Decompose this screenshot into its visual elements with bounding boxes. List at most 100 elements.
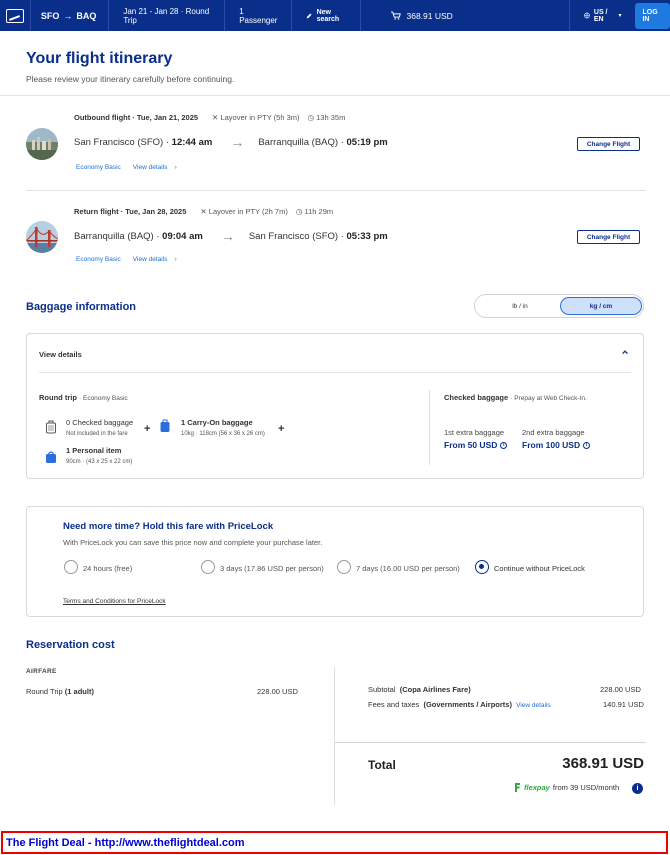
extra1-value: From 50 USD i — [444, 440, 508, 450]
pricelock-option-3d-label: 3 days (17.86 USD per person) — [220, 564, 324, 573]
return-fare-link[interactable]: Economy Basic — [76, 256, 121, 263]
destination-image-san-francisco — [26, 128, 58, 160]
arrow-right-icon: → — [220, 228, 235, 244]
round-trip-label: Round trip · Economy Basic — [39, 393, 128, 402]
new-search-label: New search — [316, 8, 340, 23]
footer-banner[interactable]: The Flight Deal - http://www.theflightde… — [1, 831, 668, 854]
origin-code: SFO — [40, 10, 60, 21]
info-icon[interactable]: i — [632, 783, 643, 794]
clock-icon: ◷ — [307, 113, 315, 122]
return-depart-time: 09:04 am — [162, 230, 203, 242]
baggage-card: View details Round trip · Economy Basic … — [26, 333, 644, 479]
pencil-icon — [307, 13, 312, 18]
pricelock-title: Need more time? Hold this fare with Pric… — [63, 521, 274, 532]
outbound-flight: Outbound flight · Tue, Jan 21, 2025 ✕ La… — [26, 108, 646, 188]
pricelock-option-7d-label: 7 days (16.00 USD per person) — [356, 564, 460, 573]
outbound-label: Outbound flight · Tue, Jan 21, 2025 — [74, 113, 199, 122]
outbound-fare-link[interactable]: Economy Basic — [76, 164, 121, 171]
divider — [0, 95, 670, 96]
plus-icon: + — [278, 423, 285, 435]
clock-icon: ◷ — [295, 207, 303, 216]
checked-baggage-title: Checked baggage · Prepay at Web Check-In… — [444, 393, 587, 402]
pricelock-option-24h-radio[interactable] — [64, 560, 78, 574]
pricelock-option-none-label: Continue without PriceLock — [494, 564, 585, 573]
new-search-button[interactable]: New search — [292, 0, 362, 31]
carry-on-dims: 10kg · 118cm (56 x 36 x 26 cm) — [181, 431, 265, 437]
baggage-title: Baggage information — [26, 301, 137, 313]
passenger-count[interactable]: 1 Passenger — [225, 0, 293, 31]
flexpay-offer[interactable]: flexpay from 39 USD/month — [514, 783, 619, 792]
checked-note: Not included in the fare — [66, 431, 128, 437]
unit-lb-option[interactable]: lb / in — [479, 297, 561, 315]
divider — [26, 190, 646, 191]
flexpay-text: from 39 USD/month — [552, 783, 620, 792]
layover-info: ✕ Layover in PTY (5h 3m) — [212, 113, 300, 122]
pricelock-terms-link[interactable]: Terms and Conditions for PriceLock — [63, 598, 166, 605]
round-trip-row-value: 228.00 USD — [257, 687, 298, 696]
unit-kg-option[interactable]: kg / cm — [560, 297, 642, 315]
arrow-right-icon: → — [230, 134, 245, 150]
return-header: Return flight · Tue, Jan 28, 2025 ✕ Layo… — [74, 207, 333, 216]
unit-toggle: lb / in kg / cm — [474, 294, 644, 318]
route-summary: SFO → BAQ — [31, 0, 110, 31]
personal-item-dims: 90cm · (43 x 25 x 22 cm) — [66, 459, 133, 465]
destination-code: BAQ — [76, 10, 97, 21]
plus-icon: + — [144, 423, 151, 435]
carry-on-icon — [160, 419, 170, 432]
top-bar: SFO → BAQ Jan 21 - Jan 28 · Round Trip 1… — [0, 0, 670, 31]
info-icon[interactable]: i — [583, 441, 591, 449]
outbound-header: Outbound flight · Tue, Jan 21, 2025 ✕ La… — [74, 113, 345, 122]
reservation-title: Reservation cost — [26, 639, 115, 651]
cart-total-value: 368.91 USD — [406, 10, 453, 21]
destination-image-golden-gate — [26, 221, 58, 253]
trip-dates[interactable]: Jan 21 - Jan 28 · Round Trip — [109, 0, 226, 31]
chevron-up-icon[interactable] — [621, 348, 629, 356]
login-button[interactable]: LOG IN — [635, 2, 670, 29]
cart-total[interactable]: 368.91 USD — [361, 0, 570, 31]
change-outbound-button[interactable]: Change Flight — [577, 137, 640, 151]
pricelock-option-24h-label: 24 hours (free) — [83, 564, 133, 573]
fees-value: 140.91 USD — [603, 700, 644, 709]
page-subtitle: Please review your itinerary carefully b… — [26, 74, 235, 84]
fees-view-details-link[interactable]: View details — [516, 702, 551, 709]
chevron-right-icon: › — [174, 256, 177, 263]
checked-bag-icon — [46, 420, 56, 434]
return-arrive-time: 05:33 pm — [346, 230, 388, 242]
outbound-details-link[interactable]: View details › — [133, 164, 177, 171]
return-route: Barranquilla (BAQ) · 09:04 am → San Fran… — [74, 228, 388, 244]
pricelock-option-none-radio[interactable] — [475, 560, 489, 574]
airfare-label: AIRFARE — [26, 668, 57, 675]
airline-logo[interactable] — [0, 0, 31, 31]
cart-icon — [391, 11, 402, 20]
plane-icon: ✕ — [200, 207, 207, 216]
chevron-down-icon: ▾ — [618, 13, 622, 19]
extra2-value: From 100 USD i — [522, 440, 591, 450]
page-title: Your flight itinerary — [26, 50, 173, 67]
info-icon[interactable]: i — [500, 441, 508, 449]
return-links: Economy Basic View details › — [76, 256, 177, 263]
return-to: San Francisco (SFO) · — [248, 230, 344, 242]
change-return-button[interactable]: Change Flight — [577, 230, 640, 244]
flexpay-logo-icon — [515, 783, 520, 792]
carry-on-label: 1 Carry-On baggage — [181, 418, 253, 427]
total-label: Total — [368, 758, 396, 772]
extra2-label: 2nd extra baggage — [522, 428, 585, 437]
extra1-label: 1st extra baggage — [444, 428, 505, 437]
outbound-from: San Francisco (SFO) · — [74, 136, 170, 148]
subtotal-value: 228.00 USD — [600, 685, 641, 694]
duration-info: ◷ 13h 35m — [307, 113, 346, 122]
return-label: Return flight · Tue, Jan 28, 2025 — [74, 207, 187, 216]
divider — [334, 667, 335, 805]
return-details-link[interactable]: View details › — [133, 256, 177, 263]
personal-item-icon — [46, 451, 56, 463]
duration-info: ◷ 11h 29m — [295, 207, 334, 216]
divider — [39, 372, 631, 373]
baggage-view-details[interactable]: View details — [39, 350, 82, 359]
layover-info: ✕ Layover in PTY (2h 7m) — [200, 207, 288, 216]
logo-icon — [5, 8, 24, 23]
total-value: 368.91 USD — [562, 755, 644, 772]
pricelock-option-7d-radio[interactable] — [337, 560, 351, 574]
locale-selector[interactable]: US / EN ▾ — [570, 0, 635, 31]
pricelock-card: Need more time? Hold this fare with Pric… — [26, 506, 644, 617]
pricelock-option-3d-radio[interactable] — [201, 560, 215, 574]
